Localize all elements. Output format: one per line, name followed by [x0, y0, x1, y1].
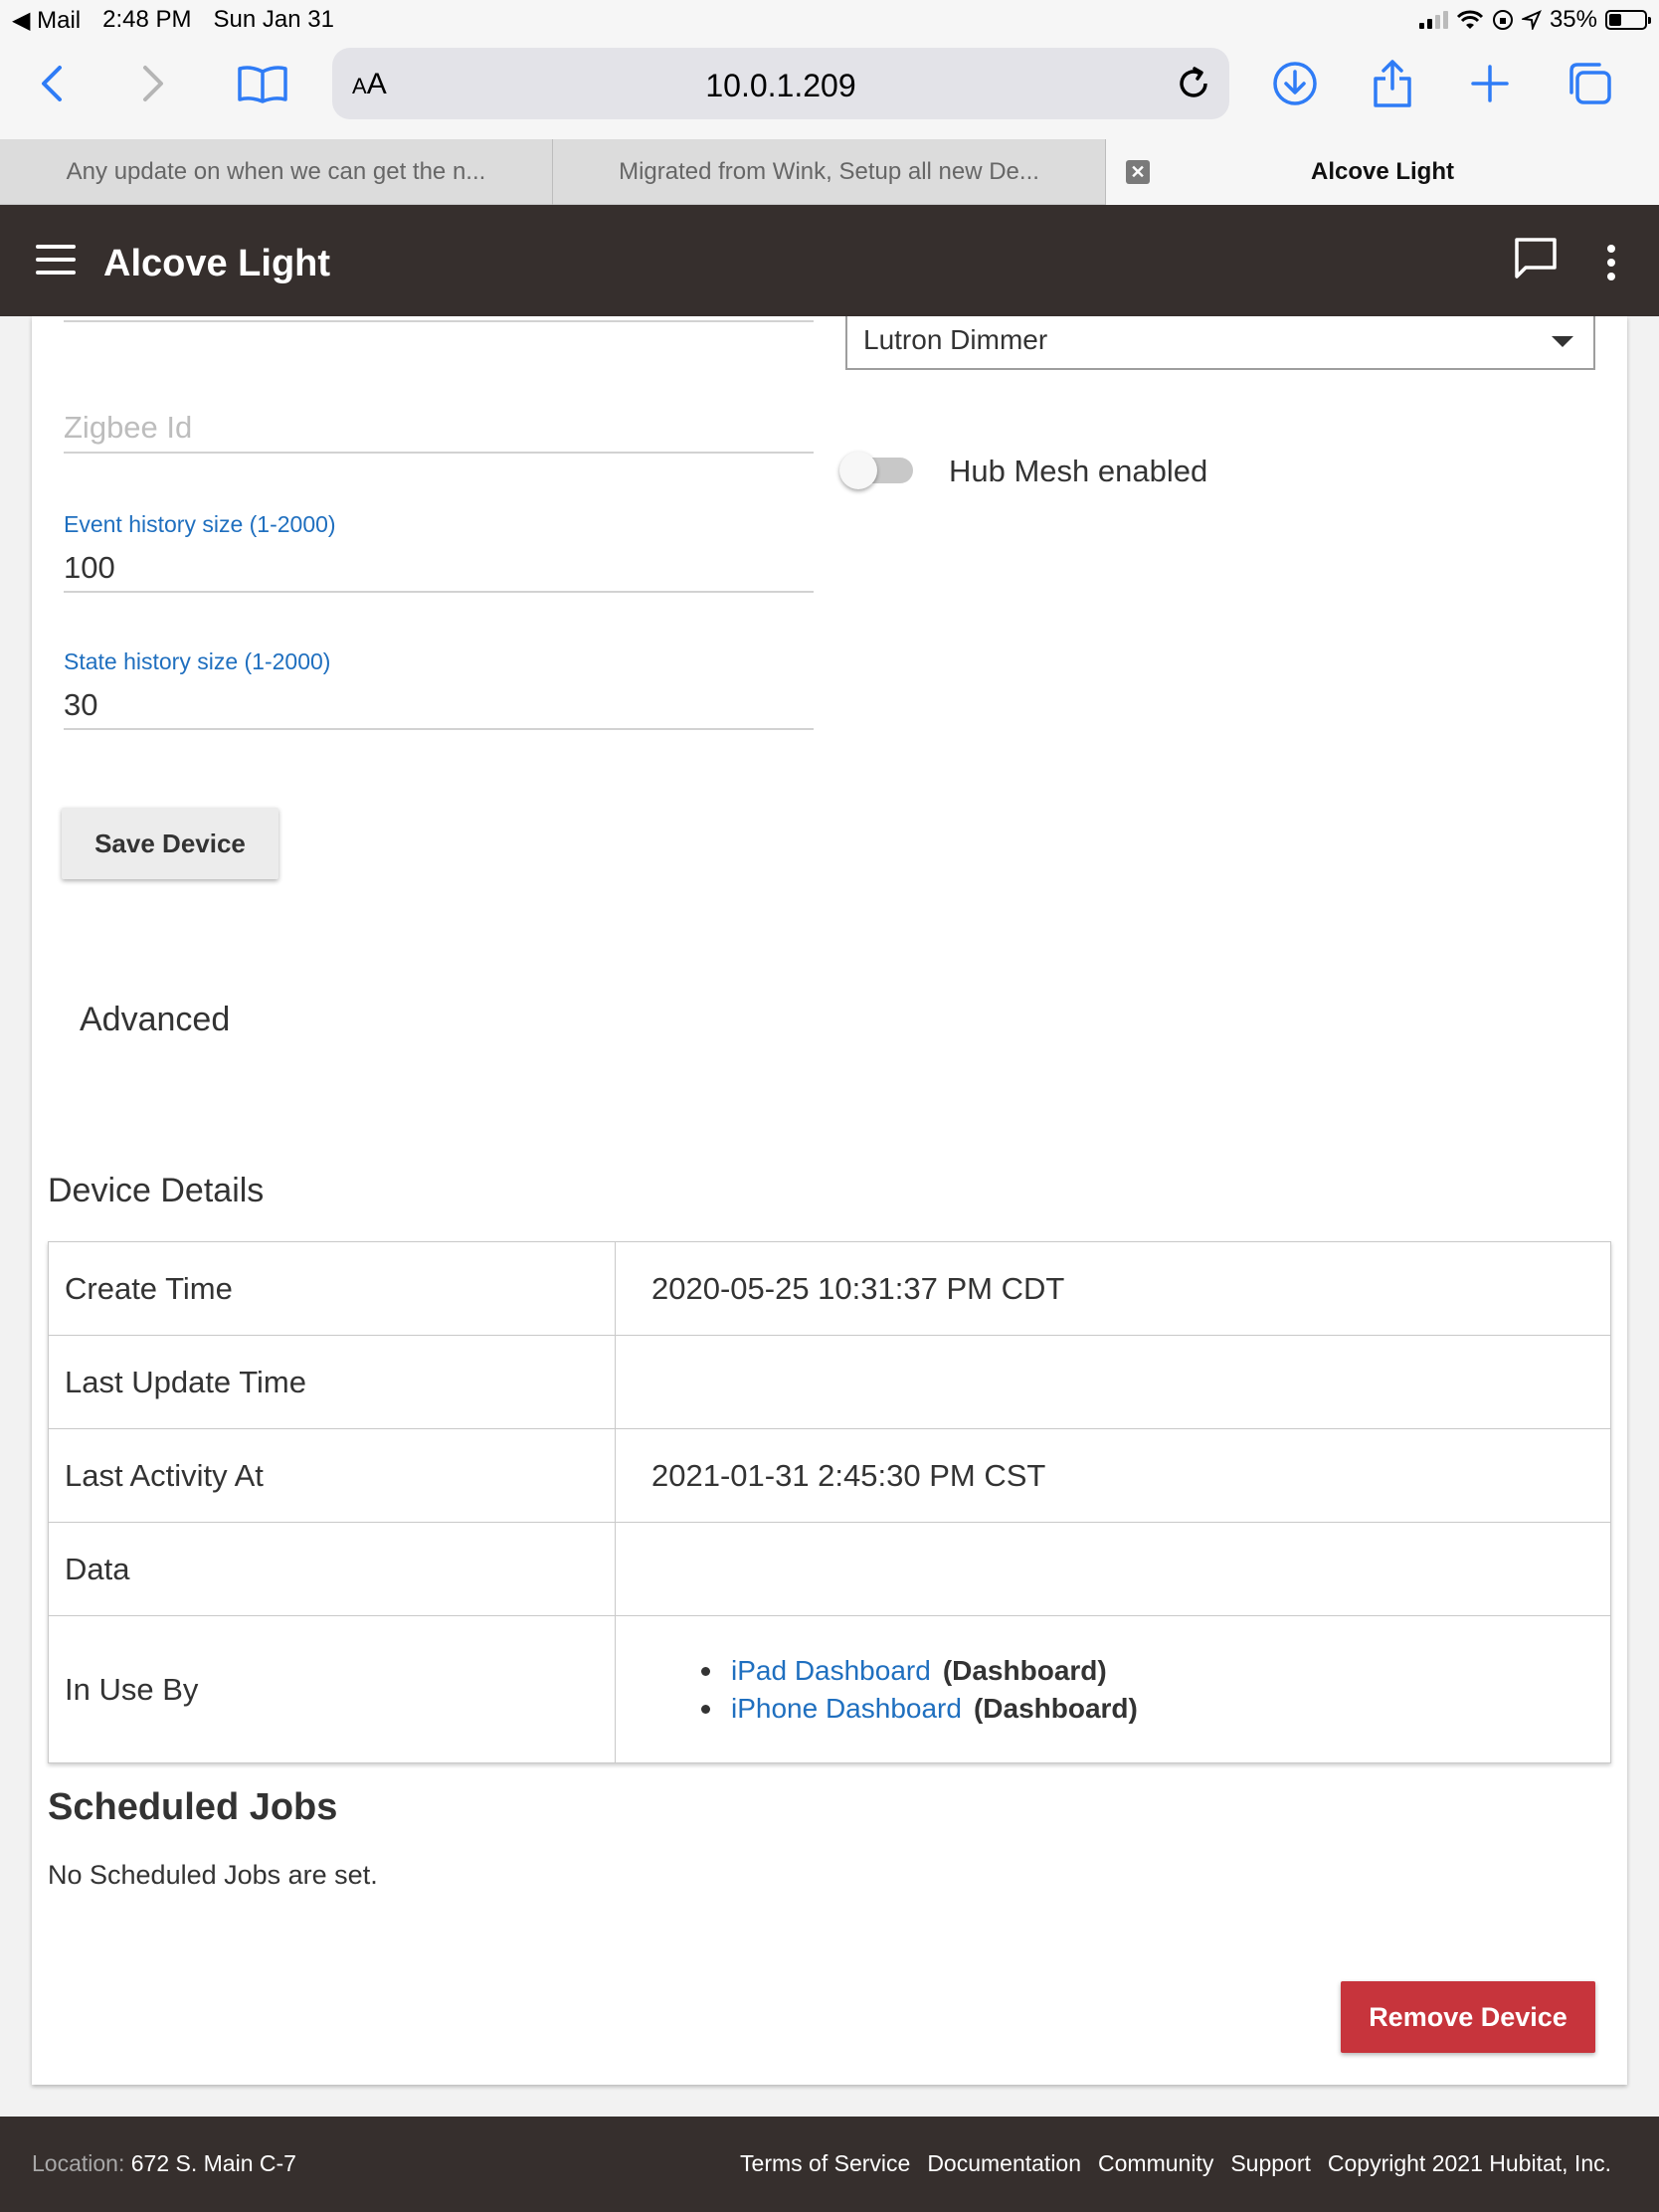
ipad-dashboard-link[interactable]: iPad Dashboard	[731, 1655, 931, 1686]
detail-key: Data	[48, 1522, 616, 1616]
detail-key: Create Time	[48, 1241, 616, 1336]
detail-key: Last Update Time	[48, 1335, 616, 1429]
documentation-link[interactable]: Documentation	[927, 2150, 1081, 2177]
status-time: 2:48 PM	[102, 6, 192, 33]
table-row: Create Time 2020-05-25 10:31:37 PM CDT	[48, 1241, 1611, 1336]
downloads-icon[interactable]	[1265, 58, 1325, 109]
device-type-value: Lutron Dimmer	[863, 324, 1048, 355]
terms-of-service-link[interactable]: Terms of Service	[740, 2150, 910, 2177]
state-history-label: State history size (1-2000)	[64, 648, 331, 674]
in-use-by-cell: iPad Dashboard (Dashboard) iPhone Dashboa…	[615, 1615, 1611, 1763]
bookmarks-book-icon[interactable]	[233, 58, 292, 109]
more-options-icon[interactable]	[1601, 245, 1621, 280]
zigbee-id-input[interactable]: Zigbee Id	[64, 404, 814, 454]
back-to-mail-link[interactable]: ◀ Mail	[12, 6, 81, 35]
detail-key: In Use By	[48, 1615, 616, 1763]
location-icon	[1521, 10, 1542, 30]
list-item: iPhone Dashboard (Dashboard)	[701, 1690, 1610, 1728]
scheduled-jobs-title: Scheduled Jobs	[48, 1786, 338, 1828]
share-icon[interactable]	[1363, 58, 1422, 109]
advanced-section-toggle[interactable]: Advanced	[80, 1001, 230, 1039]
battery-percent: 35%	[1549, 6, 1597, 33]
list-item: iPad Dashboard (Dashboard)	[701, 1652, 1610, 1690]
active-tab-label: Alcove Light	[1310, 158, 1454, 185]
zigbee-id-field[interactable]: Zigbee Id	[64, 404, 814, 454]
battery-icon	[1605, 10, 1651, 30]
wifi-icon	[1456, 10, 1484, 29]
detail-key: Last Activity At	[48, 1428, 616, 1523]
detail-value	[615, 1522, 1611, 1616]
device-edit-card: Lutron Dimmer Zigbee Id Hub Mesh enabled…	[32, 316, 1627, 2085]
app-type-label: (Dashboard)	[942, 1654, 1107, 1686]
device-details-title: Device Details	[48, 1172, 265, 1209]
device-details-table: Create Time 2020-05-25 10:31:37 PM CDT L…	[48, 1241, 1611, 1763]
address-bar[interactable]: AA 10.0.1.209	[332, 48, 1229, 119]
browser-tab[interactable]: Any update on when we can get the n...	[0, 139, 553, 205]
scheduled-jobs-text: No Scheduled Jobs are set.	[48, 1860, 378, 1890]
location-label: Location:	[32, 2150, 125, 2176]
back-chevron-icon[interactable]	[22, 58, 82, 109]
browser-toolbar: AA 10.0.1.209	[0, 40, 1659, 139]
location-value: 672 S. Main C-7	[130, 2150, 296, 2176]
hamburger-menu-icon[interactable]	[36, 245, 76, 275]
community-link[interactable]: Community	[1098, 2150, 1213, 2177]
chat-icon[interactable]	[1512, 235, 1560, 282]
event-history-input[interactable]: 100	[64, 545, 814, 593]
scrolled-field-underline	[64, 316, 814, 322]
footer-links: Terms of Service Documentation Community…	[740, 2150, 1611, 2177]
app-type-label: (Dashboard)	[973, 1692, 1138, 1724]
app-header: Alcove Light	[0, 205, 1659, 316]
remove-device-button[interactable]: Remove Device	[1341, 1981, 1595, 2053]
detail-value: 2020-05-25 10:31:37 PM CDT	[615, 1241, 1611, 1336]
browser-tab-strip: Any update on when we can get the n... M…	[0, 139, 1659, 205]
in-use-by-list: iPad Dashboard (Dashboard) iPhone Dashboa…	[651, 1652, 1610, 1728]
iphone-dashboard-link[interactable]: iPhone Dashboard	[731, 1693, 962, 1724]
reload-icon[interactable]	[1172, 62, 1215, 105]
page-footer: Location: 672 S. Main C-7 Terms of Servi…	[0, 2117, 1659, 2212]
table-row: Data	[48, 1522, 1611, 1616]
event-history-field[interactable]: Event history size (1-2000) 100	[64, 511, 814, 593]
state-history-field[interactable]: State history size (1-2000) 30	[64, 648, 814, 730]
tab-overview-icon[interactable]	[1560, 58, 1619, 109]
detail-value: 2021-01-31 2:45:30 PM CST	[615, 1428, 1611, 1523]
new-tab-plus-icon[interactable]	[1460, 58, 1520, 109]
hub-mesh-label: Hub Mesh enabled	[949, 454, 1208, 488]
status-date: Sun Jan 31	[213, 6, 334, 33]
toggle-knob	[839, 452, 877, 489]
event-history-label: Event history size (1-2000)	[64, 511, 336, 537]
cellular-signal-icon	[1418, 11, 1448, 29]
forward-chevron-icon[interactable]	[123, 58, 183, 109]
location-info: Location: 672 S. Main C-7	[32, 2150, 296, 2177]
ios-status-bar: ◀ Mail 2:48 PM Sun Jan 31 35%	[0, 0, 1659, 40]
detail-value	[615, 1335, 1611, 1429]
dropdown-caret-icon	[1552, 336, 1573, 347]
table-row: In Use By iPad Dashboard (Dashboard) iPho…	[48, 1615, 1611, 1763]
support-link[interactable]: Support	[1230, 2150, 1311, 2177]
orientation-lock-icon	[1492, 10, 1513, 30]
url-text[interactable]: 10.0.1.209	[332, 68, 1229, 104]
table-row: Last Update Time	[48, 1335, 1611, 1429]
table-row: Last Activity At 2021-01-31 2:45:30 PM C…	[48, 1428, 1611, 1523]
browser-tab[interactable]: Migrated from Wink, Setup all new De...	[553, 139, 1106, 205]
hub-mesh-toggle[interactable]	[839, 452, 913, 489]
page-title: Alcove Light	[103, 243, 331, 284]
save-device-button[interactable]: Save Device	[62, 808, 278, 879]
copyright-text: Copyright 2021 Hubitat, Inc.	[1327, 2150, 1611, 2176]
close-tab-icon[interactable]: ✕	[1126, 160, 1150, 184]
state-history-input[interactable]: 30	[64, 682, 814, 730]
device-type-select[interactable]: Lutron Dimmer	[845, 316, 1595, 370]
browser-tab-active[interactable]: ✕ Alcove Light	[1106, 139, 1659, 205]
